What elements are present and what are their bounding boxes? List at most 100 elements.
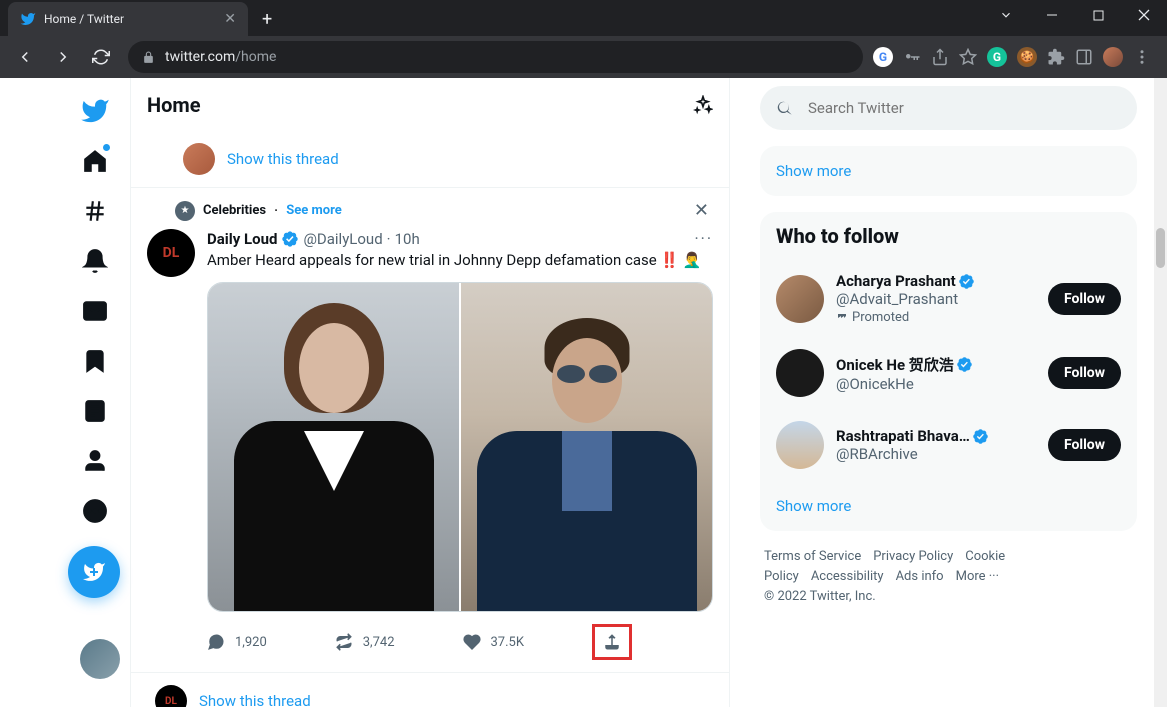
wtf-show-more-link[interactable]: Show more <box>760 481 1137 531</box>
nav-notifications[interactable] <box>70 236 120 286</box>
retweet-count: 3,742 <box>363 635 395 650</box>
follow-handle: @OnicekHe <box>836 375 1036 393</box>
forward-button[interactable] <box>46 40 80 74</box>
browser-tab[interactable]: Home / Twitter ✕ <box>8 2 248 36</box>
footer-link[interactable]: More ··· <box>956 569 999 584</box>
minimize-button[interactable] <box>1029 0 1075 30</box>
panel-icon[interactable] <box>1075 48 1093 66</box>
tweet-author-avatar[interactable]: DL <box>147 229 195 277</box>
reply-count: 1,920 <box>235 635 267 650</box>
tweet-more-icon[interactable]: ··· <box>694 229 713 248</box>
nav-lists[interactable] <box>70 386 120 436</box>
url-bar[interactable]: twitter.com/home <box>128 41 863 73</box>
follow-avatar <box>776 349 824 397</box>
retweet-icon <box>335 633 353 651</box>
tweet[interactable]: DL Daily Loud @DailyLoud · 10h ··· Amber… <box>131 225 729 673</box>
tweet-header: Daily Loud @DailyLoud · 10h ··· <box>207 229 713 248</box>
window-dropdown[interactable] <box>983 0 1029 30</box>
retweet-button[interactable]: 3,742 <box>335 624 395 660</box>
footer-link[interactable]: Accessibility <box>811 569 884 584</box>
verified-badge-icon <box>958 273 975 290</box>
topic-close-icon[interactable]: ✕ <box>694 200 709 221</box>
follow-button[interactable]: Follow <box>1048 357 1121 389</box>
extension-cookie-icon[interactable]: 🍪 <box>1017 47 1037 67</box>
scrollbar[interactable] <box>1154 78 1167 707</box>
grammarly-icon[interactable]: G <box>987 47 1007 67</box>
window-controls <box>983 0 1167 30</box>
verified-badge-icon <box>956 356 973 373</box>
browser-toolbar: twitter.com/home G G 🍪 <box>0 36 1167 78</box>
follow-suggestion[interactable]: Rashtrapati Bhava… @RBArchive Follow <box>760 409 1137 481</box>
follow-suggestion[interactable]: Onicek He 贺欣浩 @OnicekHe Follow <box>760 337 1137 409</box>
sparkle-icon[interactable] <box>693 95 713 115</box>
trends-show-more-link[interactable]: Show more <box>760 146 1137 196</box>
trends-card: Show more <box>760 146 1137 196</box>
footer-links: Terms of ServicePrivacy PolicyCookie Pol… <box>760 547 1137 607</box>
key-icon[interactable] <box>903 48 921 66</box>
follow-button[interactable]: Follow <box>1048 283 1121 315</box>
twitter-logo[interactable] <box>70 86 120 136</box>
back-button[interactable] <box>8 40 42 74</box>
url-text: twitter.com/home <box>165 49 276 65</box>
nav-bookmarks[interactable] <box>70 336 120 386</box>
tweet-timestamp[interactable]: 10h <box>395 230 420 248</box>
new-tab-button[interactable]: + <box>262 9 272 36</box>
thread-avatar <box>183 143 215 175</box>
tweet-handle[interactable]: @DailyLoud <box>303 230 382 248</box>
like-count: 37.5K <box>491 635 525 650</box>
scrollbar-thumb[interactable] <box>1156 228 1165 268</box>
tweet-actions: 1,920 3,742 37.5K <box>207 624 632 660</box>
nav-explore[interactable] <box>70 186 120 236</box>
like-button[interactable]: 37.5K <box>463 624 525 660</box>
reload-button[interactable] <box>84 40 118 74</box>
nav-more[interactable] <box>70 486 120 536</box>
show-thread-link[interactable]: Show this thread <box>227 150 339 168</box>
previous-thread-row[interactable]: Show this thread <box>131 131 729 188</box>
verified-badge-icon <box>281 230 299 248</box>
share-button[interactable] <box>592 624 632 660</box>
tab-title: Home / Twitter <box>44 12 216 26</box>
tweet-media[interactable] <box>207 282 713 612</box>
star-icon[interactable] <box>959 48 977 66</box>
media-image-right <box>461 283 712 611</box>
footer-link[interactable]: Terms of Service <box>764 549 861 564</box>
sidebar-profile-avatar[interactable] <box>80 639 120 679</box>
who-to-follow-title: Who to follow <box>760 212 1137 260</box>
follow-avatar <box>776 275 824 323</box>
topic-bar: ★ Celebrities · See more ✕ <box>131 188 729 225</box>
search-input[interactable] <box>808 99 1121 117</box>
compose-tweet-button[interactable] <box>68 546 120 598</box>
follow-avatar <box>776 421 824 469</box>
extensions-icon[interactable] <box>1047 48 1065 66</box>
extension-icons: G G 🍪 <box>873 47 1159 67</box>
close-window-button[interactable] <box>1121 0 1167 30</box>
left-navigation <box>0 78 130 707</box>
menu-icon[interactable] <box>1133 48 1151 66</box>
footer-link[interactable]: Privacy Policy <box>873 549 953 564</box>
nav-home[interactable] <box>70 136 120 186</box>
follow-button[interactable]: Follow <box>1048 429 1121 461</box>
timeline-header: Home <box>131 78 729 131</box>
maximize-button[interactable] <box>1075 0 1121 30</box>
nav-messages[interactable] <box>70 286 120 336</box>
share-icon[interactable] <box>931 48 949 66</box>
who-to-follow-card: Who to follow Acharya Prashant @Advait_P… <box>760 212 1137 531</box>
topic-label: Celebrities <box>203 203 266 218</box>
follow-info: Acharya Prashant @Advait_Prashant Promot… <box>836 272 1036 325</box>
reply-button[interactable]: 1,920 <box>207 624 267 660</box>
profile-avatar-icon[interactable] <box>1103 47 1123 67</box>
topic-see-more-link[interactable]: See more <box>286 203 342 218</box>
lock-icon <box>142 51 155 64</box>
footer-link[interactable]: Ads info <box>896 569 944 584</box>
show-thread-link[interactable]: Show this thread <box>199 692 311 707</box>
google-icon[interactable]: G <box>873 47 893 67</box>
follow-name: Onicek He 贺欣浩 <box>836 354 954 375</box>
follow-suggestion[interactable]: Acharya Prashant @Advait_Prashant Promot… <box>760 260 1137 337</box>
nav-profile[interactable] <box>70 436 120 486</box>
footer-copyright: © 2022 Twitter, Inc. <box>764 587 1133 607</box>
tab-close-icon[interactable]: ✕ <box>224 11 236 27</box>
search-box[interactable] <box>760 86 1137 130</box>
next-thread-row[interactable]: DL Show this thread <box>131 673 729 707</box>
verified-badge-icon <box>972 428 989 445</box>
tweet-author-name[interactable]: Daily Loud <box>207 230 277 248</box>
